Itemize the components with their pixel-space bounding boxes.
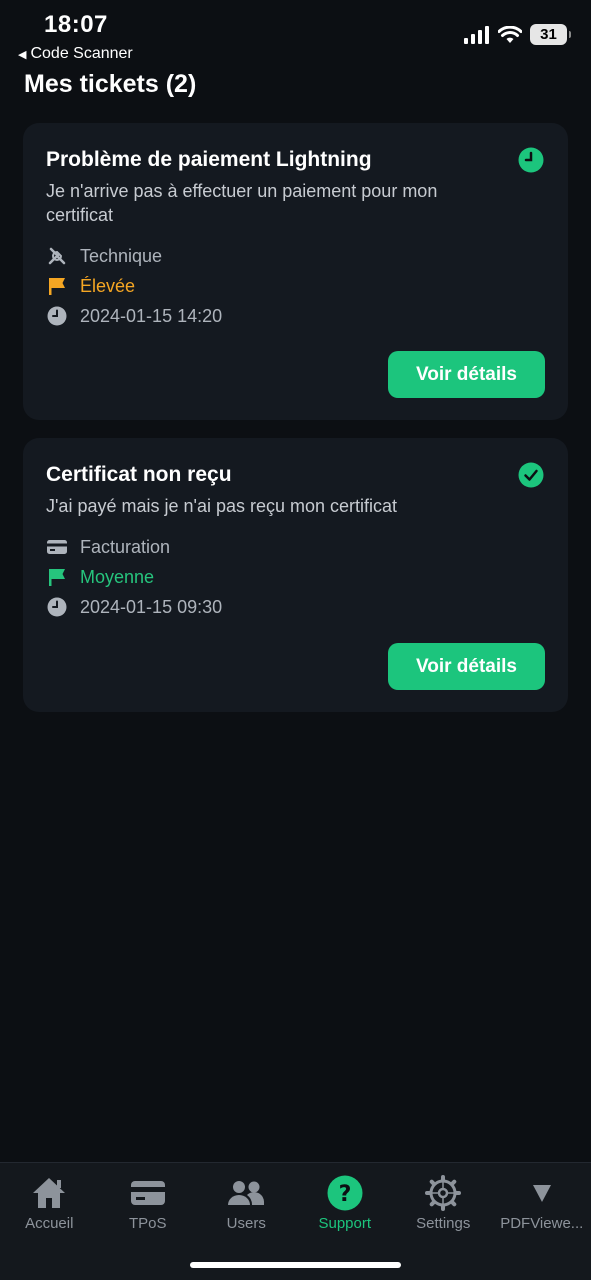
tab-users[interactable]: Users [197, 1163, 296, 1232]
tab-home[interactable]: Accueil [0, 1163, 99, 1232]
ticket-title: Certificat non reçu [46, 463, 232, 486]
tab-label: PDFViewe... [500, 1215, 584, 1232]
ticket-priority: Élevée [46, 271, 545, 301]
help-icon: ? [327, 1175, 363, 1211]
tab-pdfviewer[interactable]: PDFViewe... [493, 1163, 591, 1232]
tab-label: Settings [416, 1215, 471, 1232]
gear-icon [425, 1175, 462, 1211]
view-details-button[interactable]: Voir détails [388, 643, 545, 690]
tab-label: Support [318, 1215, 372, 1232]
ticket-list: Problème de paiement Lightning Je n'arri… [23, 123, 568, 730]
ticket-card[interactable]: Problème de paiement Lightning Je n'arri… [23, 123, 568, 420]
status-bar: 18:07 ◀ Code Scanner 31 [0, 0, 591, 70]
card-icon [130, 1175, 166, 1211]
tab-settings[interactable]: Settings [394, 1163, 493, 1232]
tab-label: Users [226, 1215, 266, 1232]
clock-icon [518, 147, 544, 178]
tools-icon [46, 245, 68, 267]
priority-label: Moyenne [80, 566, 155, 587]
ticket-meta: Technique Élevée 2024-01-15 14:20 [46, 241, 545, 331]
ticket-description: J'ai payé mais je n'ai pas reçu mon cert… [46, 496, 398, 516]
flag-icon [46, 275, 68, 297]
date-label: 2024-01-15 09:30 [80, 596, 223, 617]
home-icon [31, 1175, 67, 1211]
ticket-category: Facturation [46, 532, 545, 562]
signal-icon [464, 25, 489, 44]
svg-text:?: ? [338, 1182, 351, 1207]
category-label: Technique [80, 245, 163, 266]
back-link-label: Code Scanner [30, 45, 133, 62]
ticket-date: 2024-01-15 14:20 [46, 301, 545, 331]
battery-indicator: 31 [530, 24, 571, 45]
date-label: 2024-01-15 14:20 [80, 305, 223, 326]
triangle-down-icon [530, 1175, 554, 1211]
ticket-meta: Facturation Moyenne 2024-01-15 09:30 [46, 532, 545, 622]
status-icons: 31 [464, 24, 571, 45]
tab-bar: Accueil TPoS Users ? Support Settings PD… [0, 1162, 591, 1280]
priority-label: Élevée [80, 275, 136, 296]
ticket-description: Je n'arrive pas à effectuer un paiement … [46, 181, 438, 225]
tab-tpos[interactable]: TPoS [99, 1163, 198, 1232]
tab-label: Accueil [25, 1215, 74, 1232]
wifi-icon [498, 25, 522, 43]
ticket-card[interactable]: Certificat non reçu J'ai payé mais je n'… [23, 438, 568, 712]
flag-icon [46, 566, 68, 588]
check-circle-icon [518, 462, 544, 493]
card-icon [46, 536, 68, 558]
ticket-date: 2024-01-15 09:30 [46, 592, 545, 622]
ticket-priority: Moyenne [46, 562, 545, 592]
tab-label: TPoS [128, 1215, 167, 1232]
back-arrow-icon: ◀ [18, 48, 27, 61]
page-title: Mes tickets (2) [24, 70, 197, 98]
clock-icon [46, 596, 68, 618]
clock-icon [46, 305, 68, 327]
users-icon [227, 1175, 265, 1211]
category-label: Facturation [80, 536, 171, 557]
ticket-title: Problème de paiement Lightning [46, 148, 372, 171]
home-indicator[interactable] [190, 1262, 401, 1268]
ticket-category: Technique [46, 241, 545, 271]
view-details-button[interactable]: Voir détails [388, 351, 545, 398]
back-to-app-link[interactable]: ◀ Code Scanner [18, 45, 133, 63]
tab-support[interactable]: ? Support [296, 1163, 395, 1232]
status-time: 18:07 [44, 11, 108, 38]
